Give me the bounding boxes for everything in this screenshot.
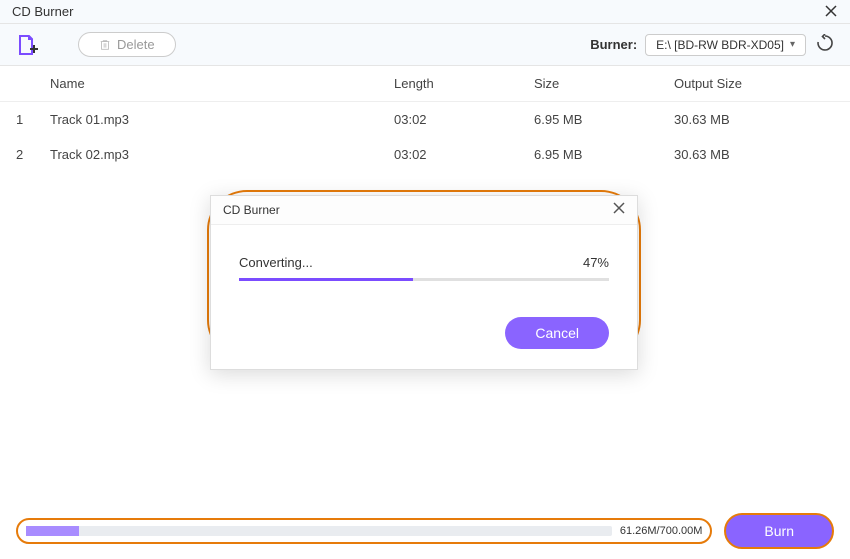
add-file-icon[interactable] [16,34,38,56]
chevron-down-icon: ▾ [790,39,795,50]
table-header: Name Length Size Output Size [0,66,850,102]
modal-percent: 47% [583,255,609,270]
modal-progress-bar [239,278,609,281]
close-icon[interactable] [824,3,838,21]
disc-usage-bar [26,526,612,536]
burner-selected-value: E:\ [BD-RW BDR-XD05] [656,38,784,52]
window-titlebar: CD Burner [0,0,850,24]
burner-select[interactable]: E:\ [BD-RW BDR-XD05] ▾ [645,34,806,56]
disc-usage-fill [26,526,79,536]
row-size: 6.95 MB [534,112,674,127]
footer: 61.26M/700.00M Burn [16,513,834,549]
window-title: CD Burner [12,4,73,19]
modal-titlebar: CD Burner [211,196,637,225]
row-name: Track 01.mp3 [50,112,394,127]
row-number: 1 [16,112,50,127]
delete-button[interactable]: Delete [78,32,176,57]
modal-title: CD Burner [223,203,280,217]
row-length: 03:02 [394,112,534,127]
burner-label: Burner: [590,37,637,52]
table-row[interactable]: 1 Track 01.mp3 03:02 6.95 MB 30.63 MB [0,102,850,137]
row-number: 2 [16,147,50,162]
header-size: Size [534,76,674,91]
modal-status: Converting... [239,255,313,270]
row-output: 30.63 MB [674,112,834,127]
trash-icon [99,39,111,51]
progress-modal: CD Burner Converting... 47% Cancel [210,195,638,370]
header-output: Output Size [674,76,834,91]
modal-progress-fill [239,278,413,281]
row-name: Track 02.mp3 [50,147,394,162]
burn-button[interactable]: Burn [724,513,834,549]
cancel-button[interactable]: Cancel [505,317,609,349]
row-length: 03:02 [394,147,534,162]
header-name: Name [50,76,394,91]
disc-usage-highlight: 61.26M/700.00M [16,518,712,544]
refresh-icon[interactable] [816,34,834,55]
header-length: Length [394,76,534,91]
delete-button-label: Delete [117,37,155,52]
disc-usage-text: 61.26M/700.00M [620,525,703,537]
table-row[interactable]: 2 Track 02.mp3 03:02 6.95 MB 30.63 MB [0,137,850,172]
close-icon[interactable] [613,202,625,218]
row-size: 6.95 MB [534,147,674,162]
toolbar: Delete Burner: E:\ [BD-RW BDR-XD05] ▾ [0,24,850,66]
row-output: 30.63 MB [674,147,834,162]
